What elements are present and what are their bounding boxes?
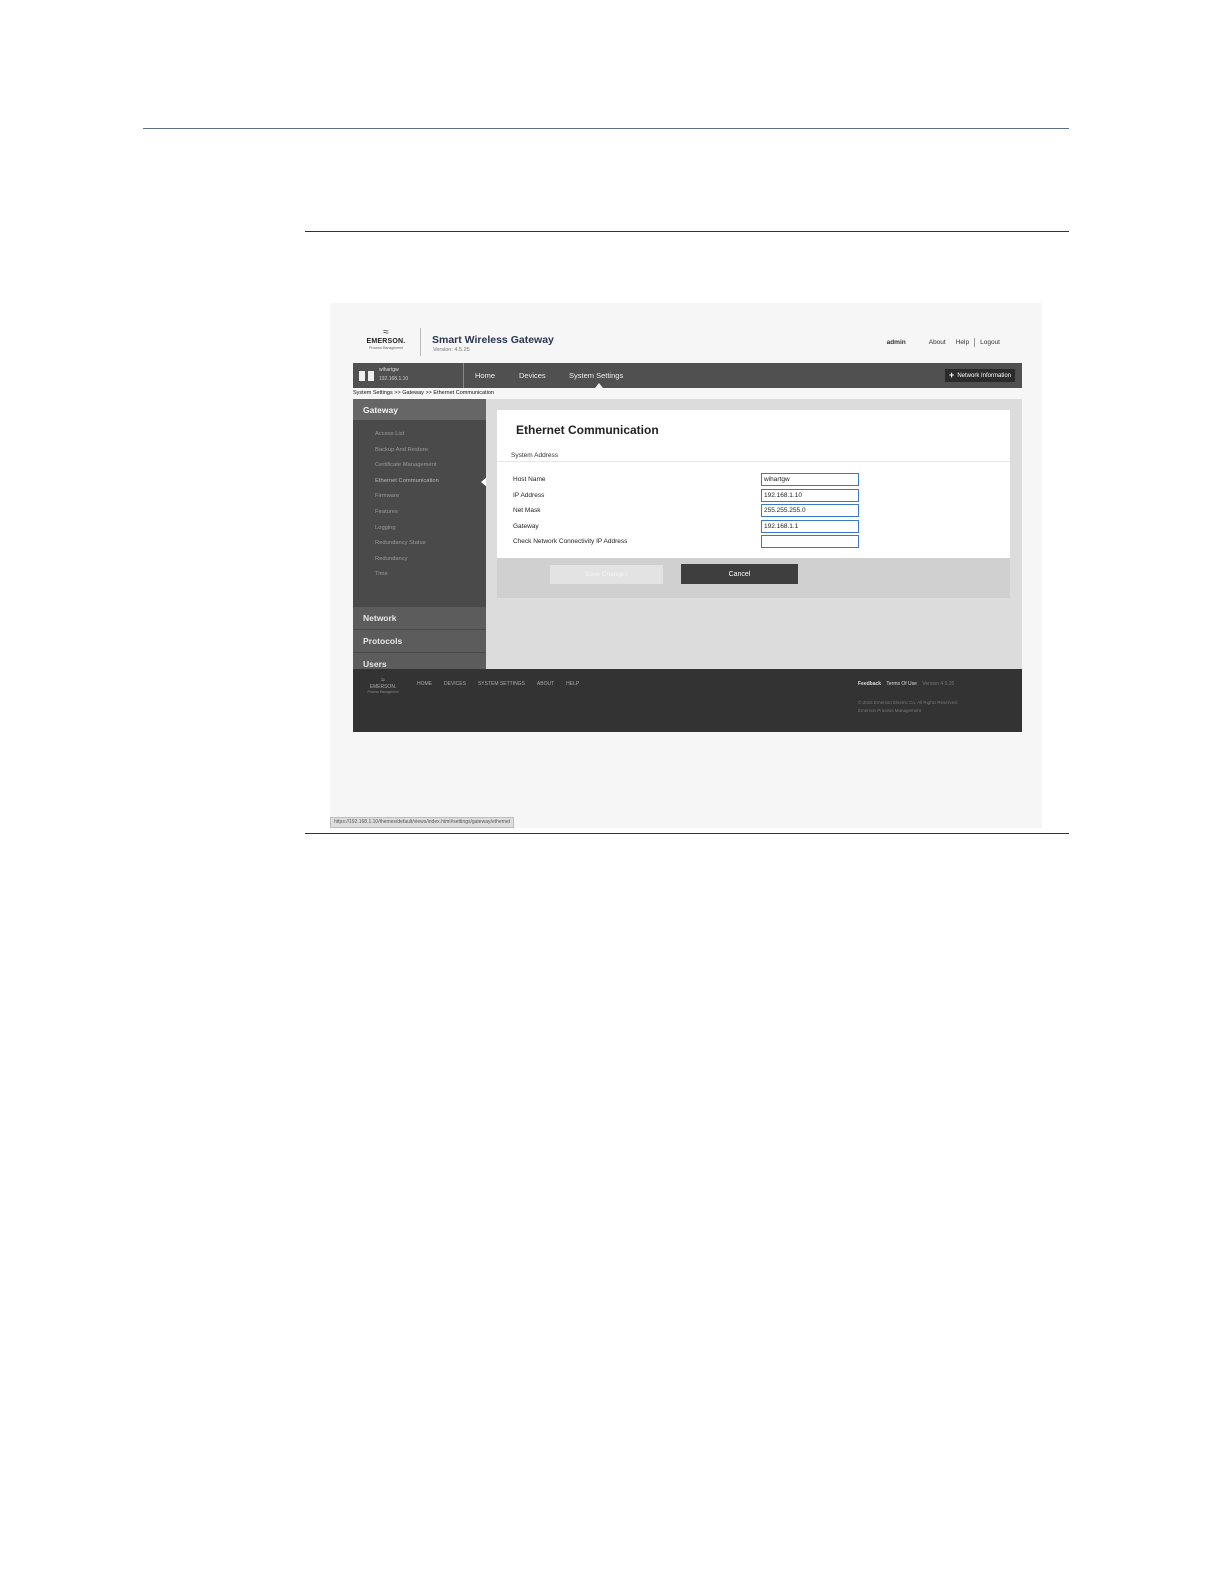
logout-link[interactable]: Logout	[980, 339, 1000, 346]
emerson-logo: ≈ EMERSON. Process Management	[363, 328, 409, 358]
sidebar-item-ethernet-communication[interactable]: Ethernet Communication	[353, 474, 487, 490]
gateway-device-icon	[359, 371, 374, 381]
figure-top-rule	[305, 231, 1069, 232]
net-mask-label: Net Mask	[513, 507, 541, 515]
connectivity-ip-label: Check Network Connectivity IP Address	[513, 538, 628, 546]
form-row-host-name: Host Name	[497, 473, 1010, 489]
footer-meta: Feedback Terms Of Use Version 4.5.25	[858, 681, 954, 687]
active-tab-indicator	[595, 383, 603, 388]
main-content: Ethernet Communication System Address Ho…	[486, 399, 1022, 669]
ethernet-form-panel: Ethernet Communication System Address Ho…	[497, 410, 1010, 558]
footer-emerson-logo: ≈ EMERSON. Process Management	[365, 677, 401, 694]
gateway-input[interactable]	[761, 519, 859, 533]
host-name-label: Host Name	[513, 476, 546, 483]
sidebar-item-logging[interactable]: Logging	[353, 521, 486, 537]
net-mask-input[interactable]	[761, 504, 859, 518]
header-links: admin About Help Logout	[887, 338, 1005, 347]
device-name: wihartgw	[379, 367, 399, 373]
sidebar-item-label: Ethernet Communication	[375, 477, 439, 484]
footer-version: Version 4.5.25	[922, 681, 955, 687]
footer-link-system-settings[interactable]: SYSTEM SETTINGS	[478, 681, 525, 687]
sidebar-item-redundancy[interactable]: Redundancy	[353, 552, 486, 568]
form-row-gateway: Gateway	[497, 519, 1010, 536]
figure-bottom-rule	[305, 833, 1069, 834]
current-user: admin	[886, 339, 906, 346]
host-name-input[interactable]	[761, 473, 859, 486]
footer-copyright: © 2015 Emerson Electric Co. All Rights R…	[858, 700, 958, 705]
page-top-rule	[143, 128, 1069, 129]
header-divider	[420, 328, 421, 356]
footer-emerson-logo-icon: ≈	[381, 677, 385, 684]
sidebar-section-gateway[interactable]: Gateway	[353, 399, 486, 420]
section-divider	[497, 461, 1010, 462]
footer-link-devices[interactable]: DEVICES	[444, 681, 466, 687]
nav-divider	[463, 363, 464, 388]
sidebar-item-time[interactable]: Time	[353, 567, 486, 583]
tab-home[interactable]: Home	[475, 371, 495, 380]
footer-link-home[interactable]: HOME	[417, 681, 432, 687]
tab-devices[interactable]: Devices	[519, 371, 546, 380]
footer-links: HOME DEVICES SYSTEM SETTINGS ABOUT HELP	[417, 681, 591, 687]
app-footer: ≈ EMERSON. Process Management HOME DEVIC…	[353, 669, 1022, 732]
emerson-logo-icon: ≈	[383, 327, 389, 338]
form-actions: Save Changes Cancel	[497, 558, 1010, 598]
help-link[interactable]: Help	[956, 339, 969, 346]
footer-link-about[interactable]: ABOUT	[537, 681, 554, 687]
sidebar: Gateway Access List Backup And Restore C…	[353, 399, 487, 675]
save-changes-button[interactable]: Save Changes	[550, 565, 663, 584]
network-information-label: Network Information	[957, 372, 1011, 379]
device-ip: 192.168.1.10	[379, 376, 409, 382]
link-divider	[974, 338, 976, 347]
sidebar-item-features[interactable]: Features	[353, 505, 486, 521]
breadcrumb: System Settings >> Gateway >> Ethernet C…	[353, 390, 494, 396]
ip-address-label: IP Address	[513, 491, 545, 499]
connectivity-ip-input[interactable]	[761, 535, 859, 549]
form-row-net-mask: Net Mask	[497, 504, 1010, 520]
app-header: ≈ EMERSON. Process Management Smart Wire…	[353, 323, 1022, 363]
cancel-button[interactable]: Cancel	[681, 564, 798, 584]
sidebar-section-protocols[interactable]: Protocols	[353, 629, 486, 652]
sidebar-item-firmware[interactable]: Firmware	[353, 489, 486, 505]
app-version: Version: 4.5.25	[433, 347, 470, 353]
sidebar-item-access-list[interactable]: Access List	[353, 427, 486, 443]
footer-link-help[interactable]: HELP	[566, 681, 579, 687]
main-nav-bar: wihartgw 192.168.1.10 Home Devices Syste…	[353, 363, 1022, 388]
page-title: Ethernet Communication	[516, 423, 659, 437]
gateway-label: Gateway	[513, 522, 539, 530]
tab-system-settings[interactable]: System Settings	[569, 371, 623, 380]
ip-address-input[interactable]	[761, 488, 859, 502]
sidebar-item-backup-and-restore[interactable]: Backup And Restore	[353, 443, 486, 459]
app-title: Smart Wireless Gateway	[432, 334, 554, 346]
form-row-ip-address: IP Address	[497, 488, 1010, 505]
footer-copyright-company: Emerson Process Management	[858, 708, 922, 713]
sidebar-item-certificate-management[interactable]: Certificate Management	[353, 458, 486, 474]
about-link[interactable]: About	[929, 339, 946, 346]
gateway-menu: Access List Backup And Restore Certifica…	[353, 420, 487, 606]
gateway-screenshot: ≈ EMERSON. Process Management Smart Wire…	[330, 303, 1042, 828]
form-row-connectivity-ip: Check Network Connectivity IP Address	[497, 535, 1010, 551]
sidebar-item-redundancy-status[interactable]: Redundancy Status	[353, 536, 486, 552]
terms-of-use-link[interactable]: Terms Of Use	[886, 681, 917, 687]
plus-icon: +	[949, 370, 955, 380]
sidebar-section-network[interactable]: Network	[353, 606, 486, 629]
network-information-button[interactable]: + Network Information	[945, 369, 1015, 382]
feedback-link[interactable]: Feedback	[858, 681, 881, 687]
section-subtitle: System Address	[511, 452, 558, 459]
browser-status-url: https://192.168.1.10/themes/default/view…	[330, 817, 515, 828]
